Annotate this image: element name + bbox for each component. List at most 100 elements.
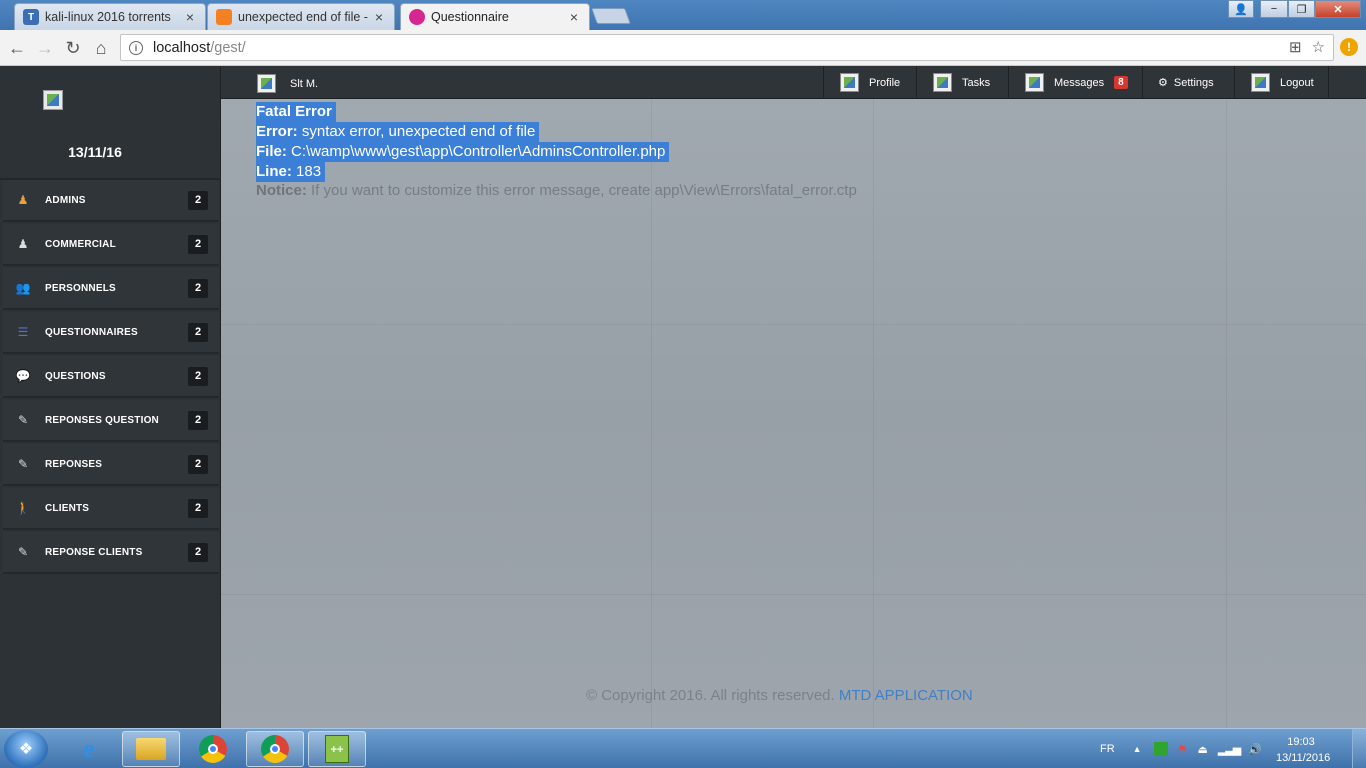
start-button-icon[interactable]: ❖ [4,730,48,768]
user-greeting[interactable]: Slt M. [257,74,318,93]
sidebar-item-admins[interactable]: ♟ ADMINS 2 [3,180,219,222]
page-footer: © Copyright 2016. All rights reserved. M… [586,687,973,704]
nav-tasks[interactable]: Tasks [916,66,1008,99]
new-tab-button[interactable] [591,8,631,24]
sidebar-item-clients[interactable]: 🚶 CLIENTS 2 [3,488,219,530]
back-icon[interactable]: ← [6,37,28,59]
browser-tab-kali[interactable]: T kali-linux 2016 torrents × [14,3,206,30]
clock-date: 13/11/2016 [1276,752,1331,764]
maximize-button[interactable]: ❐ [1288,0,1315,18]
sidebar-item-questions[interactable]: 💬 QUESTIONS 2 [3,356,219,398]
file-explorer-icon[interactable] [122,731,180,767]
profile-icon [840,73,859,92]
tab-label: kali-linux 2016 torrents [45,10,171,24]
pencil-icon: ✎ [17,413,29,427]
count-badge: 2 [188,366,208,386]
background-grid [1226,99,1227,728]
count-badge: 2 [188,410,208,430]
chrome-icon[interactable] [184,731,242,767]
sidebar-item-label: QUESTIONS [45,370,106,382]
show-hidden-icons-icon[interactable]: ▲ [1133,744,1142,754]
user-icon: ♟ [17,237,29,251]
info-icon[interactable]: i [129,40,143,55]
sidebar-item-label: REPONSES [45,458,103,470]
taskbar-clock[interactable]: 19:03 13/11/2016 [1276,734,1331,766]
error-title: Fatal Error [256,102,336,122]
sidebar-item-label: REPONSES QUESTION [45,414,159,426]
messages-icon [1025,73,1044,92]
url-path: /gest/ [210,39,246,56]
action-center-icon[interactable]: ⚑ [1178,743,1188,756]
sidebar-item-reponse-clients[interactable]: ✎ REPONSE CLIENTS 2 [3,532,219,574]
usb-device-icon[interactable]: ⏏ [1197,743,1207,756]
tasks-icon [933,73,952,92]
network-signal-icon[interactable]: ▂▃▅ [1218,743,1241,756]
antivirus-icon[interactable] [1153,742,1168,756]
top-navbar: Slt M. Profile Tasks Messages 8 ⚙ Settin… [221,66,1366,99]
close-tab-icon[interactable]: × [372,9,386,25]
sidebar-item-commercial[interactable]: ♟ COMMERCIAL 2 [3,224,219,266]
notepad-plus-plus-icon[interactable]: ++ [308,731,366,767]
language-indicator[interactable]: FR [1100,743,1115,755]
sidebar-item-questionnaires[interactable]: ☰ QUESTIONNAIRES 2 [3,312,219,354]
nav-label: Messages [1054,76,1105,89]
nav-label: Profile [869,76,901,89]
nav-label: Tasks [962,76,991,89]
sidebar-item-label: REPONSE CLIENTS [45,546,143,558]
nav-logout[interactable]: Logout [1234,66,1329,99]
background-grid [221,324,1366,325]
count-badge: 2 [188,498,208,518]
fatal-error-block: Fatal Error Error: syntax error, unexpec… [256,102,670,182]
user-profile-icon[interactable]: 👤 [1228,0,1254,18]
close-window-button[interactable]: ✕ [1315,0,1361,18]
translate-icon[interactable]: ⊞ [1289,38,1302,56]
clock-time: 19:03 [1287,736,1315,748]
count-badge: 2 [188,234,208,254]
list-icon: ☰ [17,325,29,339]
nav-messages[interactable]: Messages 8 [1008,66,1142,99]
browser-toolbar: ← → ↻ ⌂ i localhost/gest/ ⊞ ☆ ! [0,30,1366,66]
system-tray: FR ▲ ⚑ ⏏ ▂▃▅ 🔊 [1100,729,1262,768]
error-line: Line: 183 [256,162,326,182]
sidebar-item-personnels[interactable]: 👥 PERSONNELS 2 [3,268,219,310]
nav-settings[interactable]: ⚙ Settings [1142,66,1234,99]
stack-overflow-icon [216,9,232,25]
url-host: localhost [153,39,211,56]
count-badge: 2 [188,190,208,210]
show-desktop-button[interactable] [1352,729,1366,768]
pencil-icon: ✎ [17,545,29,559]
close-tab-icon[interactable]: × [567,9,581,25]
nav-profile[interactable]: Profile [823,66,916,99]
count-badge: 2 [188,454,208,474]
nav-label: Settings [1173,76,1214,89]
reload-icon[interactable]: ↻ [62,37,84,59]
cakephp-icon [409,9,425,25]
brand-link[interactable]: MTD APPLICATION [839,687,973,704]
sidebar: 13/11/16 ♟ ADMINS 2 ♟ COMMERCIAL 2 👥 PER… [0,66,221,728]
group-icon: 👥 [15,281,31,295]
address-bar[interactable]: i localhost/gest/ ⊞ ☆ [120,34,1334,61]
forward-icon[interactable]: → [34,37,56,59]
web-page: 13/11/16 ♟ ADMINS 2 ♟ COMMERCIAL 2 👥 PER… [0,66,1366,728]
browser-tab-questionnaire[interactable]: Questionnaire × [400,3,590,30]
browser-tab-stackoverflow[interactable]: unexpected end of file - × [207,3,395,30]
chrome-active-window-icon[interactable] [246,731,304,767]
count-badge: 2 [188,278,208,298]
walking-icon: 🚶 [15,501,31,515]
background-grid [873,99,874,728]
sidebar-item-reponses-question[interactable]: ✎ REPONSES QUESTION 2 [3,400,219,442]
browser-tab-strip: T kali-linux 2016 torrents × unexpected … [0,0,1366,30]
minimize-button[interactable]: − [1260,0,1288,18]
home-icon[interactable]: ⌂ [90,37,112,59]
update-alert-icon[interactable]: ! [1340,38,1358,56]
windows-taskbar: ❖ e ++ FR ▲ ⚑ ⏏ ▂▃▅ 🔊 19:03 13/11/2016 [0,728,1366,768]
tab-label: unexpected end of file - [238,10,368,24]
messages-count-badge: 8 [1114,76,1128,89]
nav-label: Logout [1280,76,1314,89]
close-tab-icon[interactable]: × [183,9,197,25]
bookmark-star-icon[interactable]: ☆ [1312,38,1325,56]
sidebar-date: 13/11/16 [68,144,122,160]
volume-icon[interactable]: 🔊 [1248,743,1262,756]
internet-explorer-icon[interactable]: e [60,731,118,767]
sidebar-item-reponses[interactable]: ✎ REPONSES 2 [3,444,219,486]
